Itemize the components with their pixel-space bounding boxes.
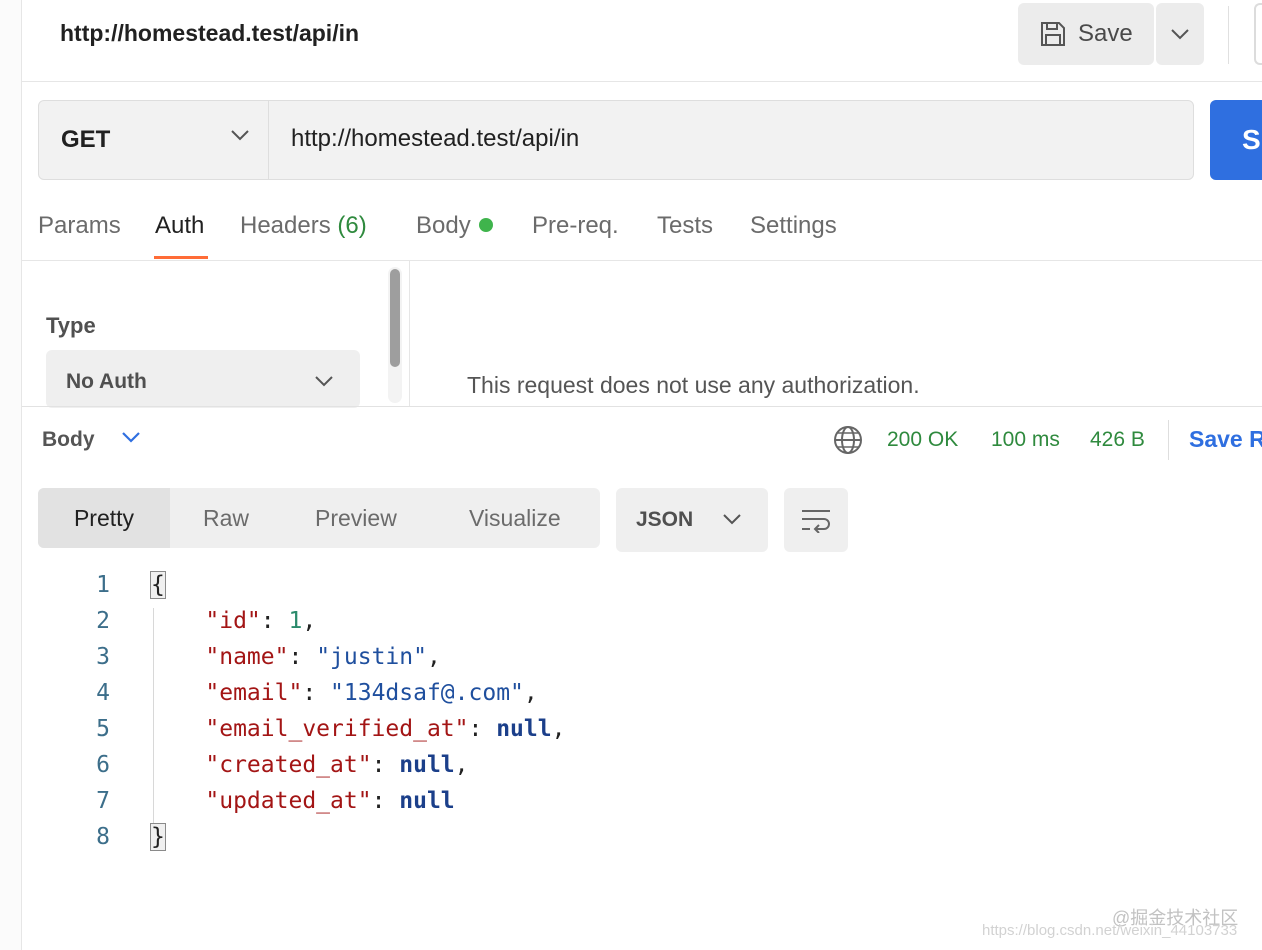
active-tab-indicator (154, 256, 208, 259)
json-colon: : (371, 788, 400, 814)
json-value: null (399, 788, 455, 814)
json-comma: , (523, 680, 538, 706)
json-value: null (496, 716, 552, 742)
auth-type-value: No Auth (66, 370, 147, 393)
json-key: "created_at" (205, 752, 372, 778)
json-value: 1 (288, 608, 303, 634)
divider (1228, 6, 1229, 64)
chevron-down-icon[interactable] (120, 430, 142, 444)
code-text: "name": "justin", (150, 644, 441, 670)
auth-message: This request does not use any authorizat… (467, 372, 920, 398)
json-comma: , (454, 752, 469, 778)
tab-tests[interactable]: Tests (657, 212, 713, 240)
code-text: "id": 1, (150, 608, 316, 634)
format-value: JSON (636, 508, 694, 531)
json-value: null (399, 752, 455, 778)
globe-icon[interactable] (832, 424, 864, 456)
code-text: "email_verified_at": null, (150, 716, 565, 742)
body-indicator-dot (478, 218, 493, 232)
type-label: Type (46, 313, 96, 338)
save-label: Save (1078, 20, 1133, 47)
tab-headers-label: Headers (240, 212, 331, 239)
response-time[interactable]: 100 ms (991, 428, 1060, 452)
line-number: 2 (96, 608, 110, 634)
wrap-lines-button[interactable] (784, 488, 848, 552)
json-colon: : (302, 680, 331, 706)
json-colon: : (288, 644, 317, 670)
chevron-down-icon (1171, 29, 1189, 40)
view-mode-raw[interactable]: Raw (203, 488, 249, 548)
method-label: GET (61, 126, 111, 153)
line-number: 3 (96, 644, 110, 670)
code-text: "email": "134dsaf@.com", (150, 680, 538, 706)
chevron-down-icon (723, 514, 741, 525)
left-sidebar-rail (0, 0, 22, 950)
json-colon: : (260, 608, 289, 634)
tab-params[interactable]: Params (38, 212, 121, 240)
json-key: "updated_at" (205, 788, 372, 814)
method-select[interactable]: GET (39, 101, 269, 179)
send-button[interactable]: S (1210, 100, 1262, 180)
line-number: 4 (96, 680, 110, 706)
json-key: "name" (205, 644, 289, 670)
response-size[interactable]: 426 B (1090, 428, 1145, 452)
line-number: 8 (96, 824, 110, 850)
view-mode-preview[interactable]: Preview (315, 488, 397, 548)
json-comma: , (302, 608, 317, 634)
code-text: } (150, 823, 166, 851)
tab-headers[interactable]: Headers (6) (240, 212, 367, 240)
view-mode-pretty[interactable]: Pretty (38, 488, 170, 548)
status-code[interactable]: 200 OK (887, 428, 958, 452)
json-key: "email_verified_at" (205, 716, 469, 742)
json-colon: : (371, 752, 400, 778)
url-bar: GET http://homestead.test/api/in (38, 100, 1194, 180)
scrollbar-thumb[interactable] (390, 269, 400, 367)
chevron-down-icon (231, 130, 249, 141)
url-input[interactable]: http://homestead.test/api/in (291, 125, 579, 153)
line-number: 1 (96, 572, 110, 598)
tab-prereq[interactable]: Pre-req. (532, 212, 619, 240)
response-body-label[interactable]: Body (42, 428, 95, 452)
save-button[interactable]: Save (1018, 3, 1154, 65)
watermark-url: https://blog.csdn.net/weixin_44103733 (982, 922, 1238, 939)
tab-settings[interactable]: Settings (750, 212, 837, 240)
view-mode-visualize[interactable]: Visualize (469, 488, 561, 548)
json-comma: , (426, 644, 441, 670)
json-value: "134dsaf@.com" (330, 680, 524, 706)
close-brace: } (150, 823, 166, 851)
tab-body-label: Body (416, 212, 471, 239)
json-colon: : (468, 716, 497, 742)
json-value: "justin" (316, 644, 427, 670)
divider[interactable] (22, 406, 1262, 407)
open-brace: { (150, 571, 166, 599)
request-title[interactable]: http://homestead.test/api/in (60, 20, 359, 47)
wrap-lines-icon (802, 510, 830, 533)
request-header-bar: http://homestead.test/api/in Save (22, 0, 1262, 82)
code-text: "updated_at": null (150, 788, 455, 814)
chevron-down-icon (315, 376, 333, 387)
line-number: 6 (96, 752, 110, 778)
code-text: "created_at": null, (150, 752, 469, 778)
auth-type-select[interactable]: No Auth (46, 350, 360, 408)
format-select[interactable]: JSON (616, 488, 768, 552)
code-text: { (150, 571, 166, 599)
json-key: "id" (205, 608, 261, 634)
save-response-button[interactable]: Save R (1189, 426, 1262, 453)
line-number: 5 (96, 716, 110, 742)
tab-body[interactable]: Body (416, 212, 493, 240)
auth-type-panel: Type No Auth (22, 261, 410, 408)
json-key: "email" (205, 680, 303, 706)
tab-auth[interactable]: Auth (155, 212, 204, 240)
line-number: 7 (96, 788, 110, 814)
divider (1168, 420, 1169, 460)
json-comma: , (551, 716, 566, 742)
save-icon (1041, 22, 1065, 46)
truncated-button[interactable] (1254, 3, 1262, 65)
view-mode-tabs: Pretty Raw Preview Visualize (38, 488, 600, 548)
save-options-dropdown[interactable] (1156, 3, 1204, 65)
headers-count: (6) (337, 212, 367, 239)
